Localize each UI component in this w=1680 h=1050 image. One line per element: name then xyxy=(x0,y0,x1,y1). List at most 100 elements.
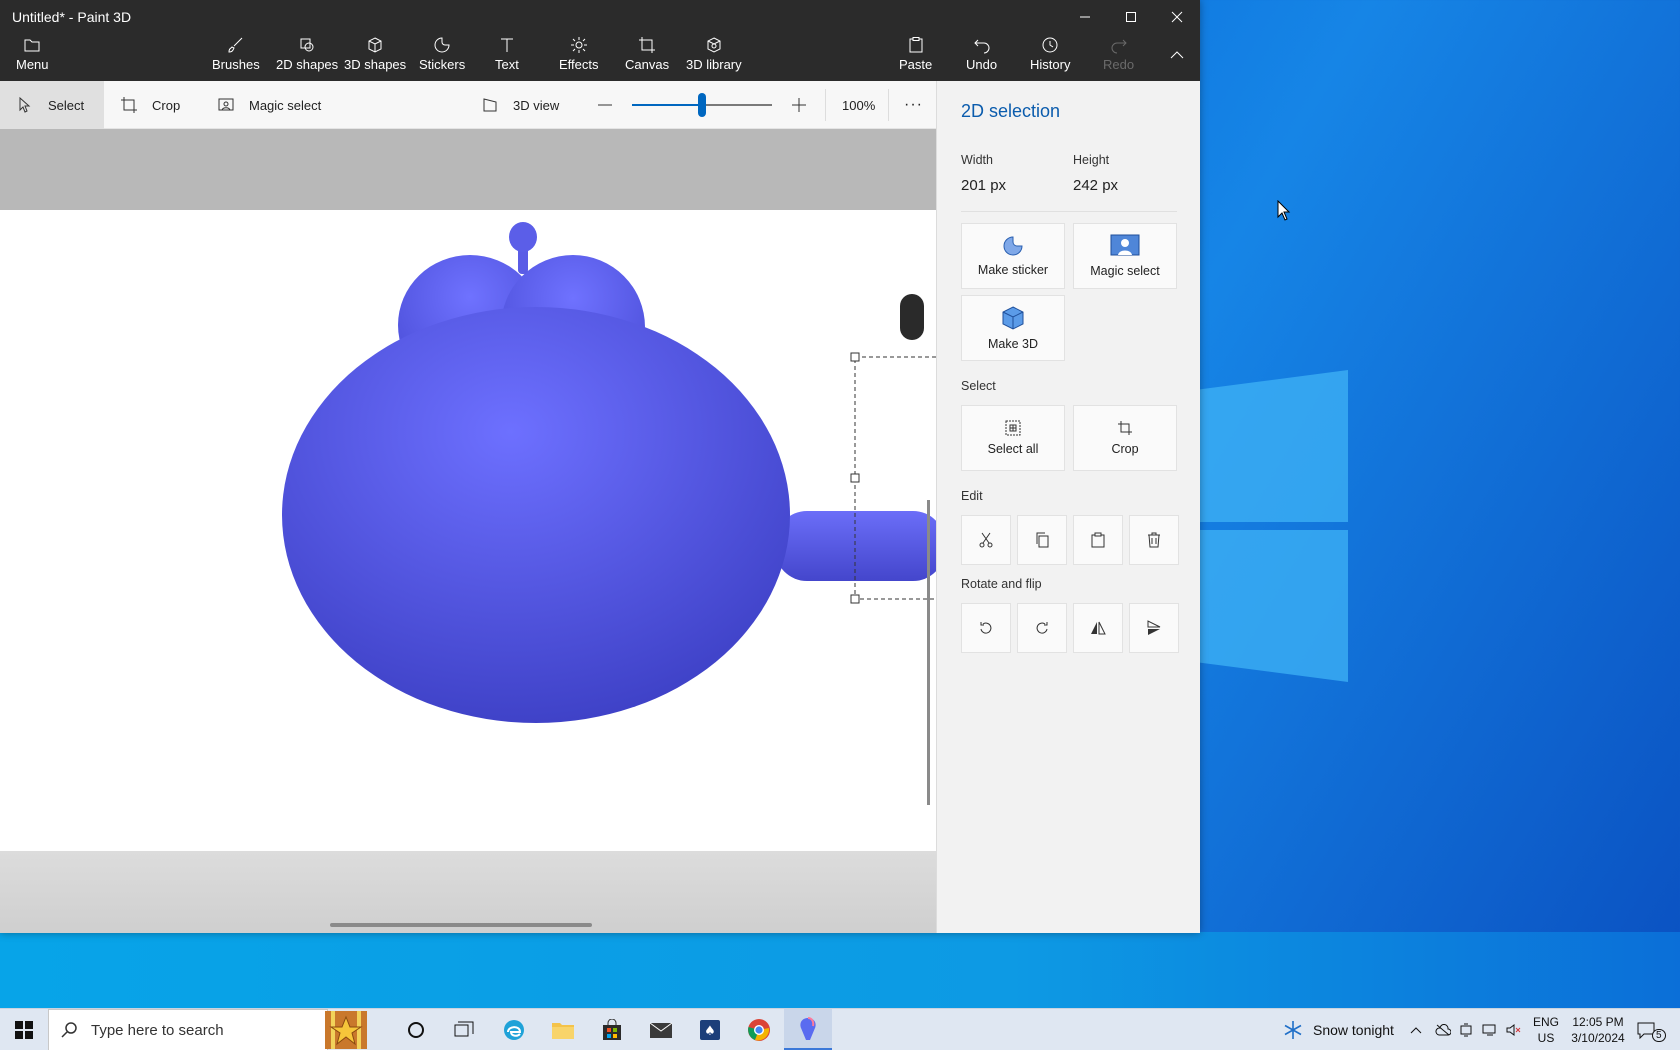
language-indicator[interactable]: ENG US xyxy=(1533,1009,1559,1050)
2d-shapes-button[interactable]: 2D shapes xyxy=(276,36,338,78)
zoom-slider-thumb[interactable] xyxy=(698,93,706,117)
magic-select-tool-button[interactable]: Magic select xyxy=(217,81,321,129)
height-value[interactable]: 242 px xyxy=(1073,177,1118,194)
cut-button[interactable] xyxy=(961,515,1011,565)
make-3d-label: Make 3D xyxy=(987,337,1039,351)
history-button[interactable]: History xyxy=(1030,36,1070,78)
drawing-canvas[interactable] xyxy=(0,210,936,851)
menu-button[interactable]: Menu xyxy=(16,36,49,78)
brushes-button[interactable]: Brushes xyxy=(212,36,260,78)
clock[interactable]: 12:05 PM 3/10/2024 xyxy=(1568,1009,1628,1050)
stickers-button[interactable]: Stickers xyxy=(419,36,465,78)
volume-tray-icon[interactable] xyxy=(1506,1009,1522,1050)
select-all-button[interactable]: Select all xyxy=(961,405,1065,471)
paste-button[interactable]: Paste xyxy=(899,36,932,78)
paint3d-icon xyxy=(800,1016,816,1040)
crop-panel-button[interactable]: Crop xyxy=(1073,405,1177,471)
zoom-out-button[interactable] xyxy=(596,81,628,129)
edit-section-header: Edit xyxy=(961,489,983,503)
title-bar: Untitled* - Paint 3D xyxy=(0,0,1200,34)
more-options-button[interactable]: ··· xyxy=(904,81,923,129)
flip-vertical-icon xyxy=(1147,620,1161,635)
zoom-in-button[interactable] xyxy=(790,81,822,129)
text-label: Text xyxy=(495,57,519,72)
notifications-button[interactable]: 5 xyxy=(1636,1009,1666,1050)
2d-shapes-label: 2D shapes xyxy=(276,57,339,72)
vertical-scrollbar[interactable] xyxy=(927,500,930,805)
3d-shapes-button[interactable]: 3D shapes xyxy=(344,36,406,78)
taskbar: Type here to search ♠ Snow tonight ENG U… xyxy=(0,1008,1680,1050)
magic-select-panel-button[interactable]: Magic select xyxy=(1073,223,1177,289)
cards-icon: ♠ xyxy=(700,1020,720,1040)
workspace-margin-top xyxy=(0,129,936,210)
plus-icon xyxy=(792,98,806,112)
chrome-button[interactable] xyxy=(735,1009,783,1050)
make-3d-button[interactable]: Make 3D xyxy=(961,295,1065,361)
file-explorer-button[interactable] xyxy=(539,1009,587,1050)
magic-select-label: Magic select xyxy=(249,97,322,113)
flip-horizontal-button[interactable] xyxy=(1073,603,1123,653)
desktop-wallpaper-band xyxy=(0,932,1680,1008)
zoom-slider-fill xyxy=(632,104,702,106)
3d-view-toggle[interactable]: 3D view xyxy=(481,81,559,129)
select-all-icon xyxy=(1005,420,1021,436)
store-button[interactable] xyxy=(588,1009,636,1050)
select-tool-button[interactable]: Select xyxy=(0,81,104,129)
paste-label: Paste xyxy=(899,57,933,72)
canvas-button[interactable]: Canvas xyxy=(625,36,669,78)
3d-model-shape[interactable] xyxy=(0,210,936,851)
crop-tool-button[interactable]: Crop xyxy=(120,81,180,129)
undo-button[interactable]: Undo xyxy=(966,36,997,78)
search-highlight-image[interactable] xyxy=(320,1009,372,1050)
folder-icon xyxy=(24,39,40,52)
rotate-left-icon xyxy=(980,622,992,634)
zoom-value[interactable]: 100% xyxy=(842,81,875,129)
select-all-label: Select all xyxy=(987,442,1039,456)
paste-panel-button[interactable] xyxy=(1073,515,1123,565)
edge-taskbar-button[interactable] xyxy=(490,1009,538,1050)
horizontal-scrollbar[interactable] xyxy=(330,923,592,927)
delete-button[interactable] xyxy=(1129,515,1179,565)
minimize-button[interactable] xyxy=(1062,0,1108,34)
network-tray-icon[interactable] xyxy=(1482,1009,1498,1050)
text-button[interactable]: Text xyxy=(495,36,519,78)
task-view-icon xyxy=(454,1021,474,1037)
rotate-right-button[interactable] xyxy=(1017,603,1067,653)
mail-button[interactable] xyxy=(637,1009,685,1050)
minimize-icon xyxy=(1080,16,1090,18)
effects-button[interactable]: Effects xyxy=(559,36,599,78)
paint3d-taskbar-button[interactable] xyxy=(784,1009,832,1050)
3d-view-label: 3D view xyxy=(513,97,560,113)
close-button[interactable] xyxy=(1154,0,1200,34)
width-label: Width xyxy=(961,153,993,167)
3d-library-button[interactable]: 3D library xyxy=(686,36,742,78)
folder-icon xyxy=(552,1023,574,1039)
task-view-button[interactable] xyxy=(440,1009,488,1050)
workspace[interactable] xyxy=(0,129,936,933)
clock-date: 3/10/2024 xyxy=(1571,1031,1625,1045)
maximize-button[interactable] xyxy=(1108,0,1154,34)
notification-count: 5 xyxy=(1652,1028,1666,1042)
toolbar-divider xyxy=(825,89,826,121)
cortana-button[interactable] xyxy=(392,1009,440,1050)
solitaire-button[interactable]: ♠ xyxy=(686,1009,734,1050)
zoom-slider[interactable] xyxy=(632,93,772,117)
library-icon xyxy=(707,37,721,53)
scissors-icon xyxy=(979,532,993,548)
search-placeholder: Type here to search xyxy=(91,1021,224,1039)
make-sticker-button[interactable]: Make sticker xyxy=(961,223,1065,289)
start-button[interactable] xyxy=(0,1009,48,1050)
windows-logo-wallpaper xyxy=(1195,370,1348,682)
width-value[interactable]: 201 px xyxy=(961,177,1006,194)
weather-widget[interactable]: Snow tonight xyxy=(1283,1009,1394,1050)
history-label: History xyxy=(1030,57,1071,72)
show-hidden-icons-button[interactable] xyxy=(1410,1009,1422,1050)
flip-vertical-button[interactable] xyxy=(1129,603,1179,653)
onedrive-tray-icon[interactable] xyxy=(1435,1009,1451,1050)
rotate-left-button[interactable] xyxy=(961,603,1011,653)
copy-button[interactable] xyxy=(1017,515,1067,565)
taskbar-search-box[interactable]: Type here to search xyxy=(48,1009,328,1050)
ellipsis-icon: ··· xyxy=(904,96,923,113)
redo-button[interactable]: Redo xyxy=(1103,36,1134,78)
tray-device-icon[interactable] xyxy=(1459,1009,1473,1050)
